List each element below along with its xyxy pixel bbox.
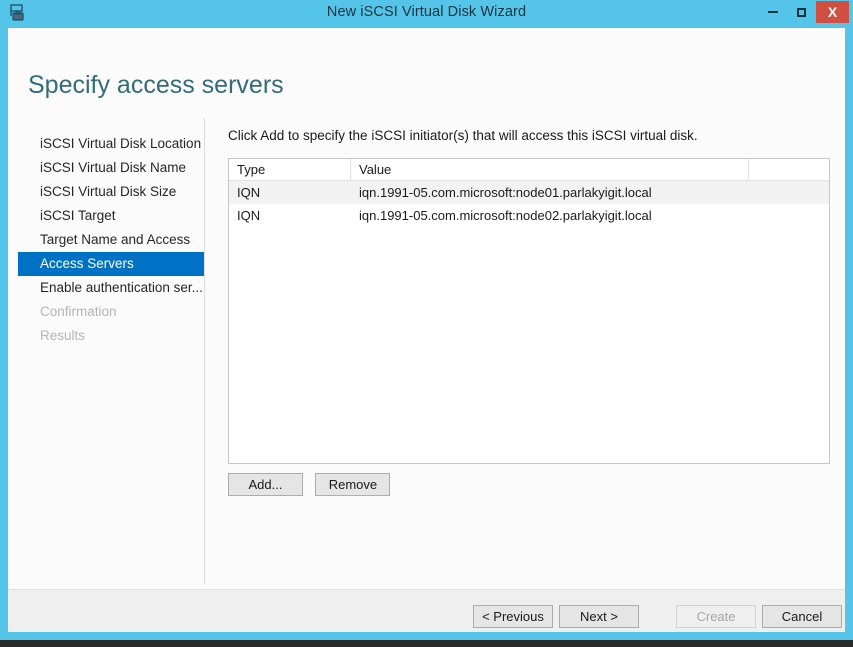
- cell-value: iqn.1991-05.com.microsoft:node01.parlaky…: [359, 185, 652, 200]
- sidebar-item-label: Target Name and Access: [40, 232, 191, 247]
- sidebar-item-label: iSCSI Virtual Disk Size: [40, 184, 177, 199]
- sidebar-item-label: Results: [40, 328, 86, 343]
- maximize-icon: [797, 7, 806, 17]
- minimize-button[interactable]: [758, 1, 787, 23]
- desktop-background-strip: [0, 640, 853, 647]
- add-button[interactable]: Add...: [228, 473, 303, 496]
- main-content: Click Add to specify the iSCSI initiator…: [220, 128, 832, 496]
- column-header-value[interactable]: Value: [351, 159, 749, 180]
- sidebar-item-label: iSCSI Target: [40, 208, 116, 223]
- sidebar-item-iscsi-virtual-disk-name[interactable]: iSCSI Virtual Disk Name: [8, 156, 204, 180]
- wizard-window: New iSCSI Virtual Disk Wizard X Specify …: [0, 0, 853, 640]
- close-icon: X: [827, 4, 838, 20]
- wizard-client-area: Specify access servers iSCSI Virtual Dis…: [8, 28, 845, 632]
- create-button: Create: [676, 605, 756, 628]
- cancel-button[interactable]: Cancel: [762, 605, 842, 628]
- column-header-blank[interactable]: [749, 159, 829, 180]
- sidebar-item-label: iSCSI Virtual Disk Location: [40, 136, 202, 151]
- close-button[interactable]: X: [816, 1, 849, 23]
- table-row[interactable]: IQN iqn.1991-05.com.microsoft:node01.par…: [229, 181, 829, 204]
- sidebar-item-confirmation: Confirmation: [8, 300, 204, 324]
- sidebar-divider: [204, 118, 205, 584]
- sidebar-item-label: iSCSI Virtual Disk Name: [40, 160, 187, 175]
- sidebar-item-iscsi-virtual-disk-location[interactable]: iSCSI Virtual Disk Location: [8, 132, 204, 156]
- sidebar-item-iscsi-virtual-disk-size[interactable]: iSCSI Virtual Disk Size: [8, 180, 204, 204]
- column-header-type[interactable]: Type: [229, 159, 351, 180]
- wizard-step-nav: iSCSI Virtual Disk Location iSCSI Virtua…: [8, 132, 204, 348]
- page-title: Specify access servers: [28, 70, 284, 99]
- cell-type: IQN: [237, 208, 261, 223]
- sidebar-item-label: Confirmation: [40, 304, 117, 319]
- access-servers-grid[interactable]: Type Value IQN iqn.1991-05.com.microsoft…: [228, 158, 830, 464]
- grid-action-buttons: Add... Remove: [228, 473, 391, 496]
- wizard-footer: < Previous Next > Create Cancel: [8, 590, 845, 632]
- next-button[interactable]: Next >: [559, 605, 639, 628]
- instruction-text: Click Add to specify the iSCSI initiator…: [228, 128, 698, 143]
- sidebar-item-label: Enable authentication ser...: [40, 280, 203, 295]
- grid-header-row: Type Value: [229, 159, 829, 181]
- sidebar-item-results: Results: [8, 324, 204, 348]
- remove-button[interactable]: Remove: [315, 473, 391, 496]
- sidebar-item-access-servers[interactable]: Access Servers: [18, 252, 204, 276]
- minimize-icon: [767, 11, 778, 13]
- sidebar-item-iscsi-target[interactable]: iSCSI Target: [8, 204, 204, 228]
- sidebar-item-label: Access Servers: [40, 256, 134, 271]
- window-title: New iSCSI Virtual Disk Wizard: [326, 4, 527, 20]
- title-bar[interactable]: New iSCSI Virtual Disk Wizard X: [0, 0, 853, 26]
- sidebar-item-target-name-and-access[interactable]: Target Name and Access: [8, 228, 204, 252]
- cell-value: iqn.1991-05.com.microsoft:node02.parlaky…: [359, 208, 652, 223]
- cell-type: IQN: [237, 185, 261, 200]
- previous-button[interactable]: < Previous: [473, 605, 553, 628]
- maximize-button[interactable]: [787, 1, 816, 23]
- sidebar-item-enable-authentication-service[interactable]: Enable authentication ser...: [8, 276, 204, 300]
- table-row[interactable]: IQN iqn.1991-05.com.microsoft:node02.par…: [229, 204, 829, 227]
